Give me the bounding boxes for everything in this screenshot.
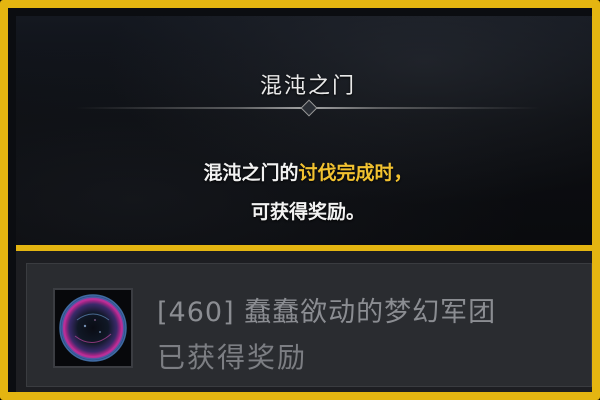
panel-title: 混沌之门 <box>259 74 356 99</box>
purple-vortex-portal-icon <box>55 290 131 366</box>
description-line-2: 可获得奖励。 <box>250 201 365 223</box>
description-highlight: 讨伐完成时， <box>298 162 413 184</box>
reward-tooltip-window: 混沌之门 混沌之门的讨伐完成时， 可获得奖励。 [460] 蠢蠢欲动的梦幻军团 … <box>0 0 600 400</box>
reward-status-label: 已获得奖励 <box>157 341 308 374</box>
divider-diamond-ornament <box>300 99 318 117</box>
dungeon-info-panel: 混沌之门 混沌之门的讨伐完成时， 可获得奖励。 <box>16 16 592 245</box>
description-prefix: 混沌之门的 <box>203 162 299 184</box>
reward-panel: [460] 蠢蠢欲动的梦幻军团 已获得奖励 <box>16 245 592 392</box>
reward-item-name: [460] 蠢蠢欲动的梦幻军团 <box>157 297 497 328</box>
description-line-1: 混沌之门的讨伐完成时， <box>16 158 592 185</box>
reward-item-row[interactable]: [460] 蠢蠢欲动的梦幻军团 已获得奖励 <box>26 263 592 387</box>
reward-item-icon-frame <box>53 288 133 368</box>
